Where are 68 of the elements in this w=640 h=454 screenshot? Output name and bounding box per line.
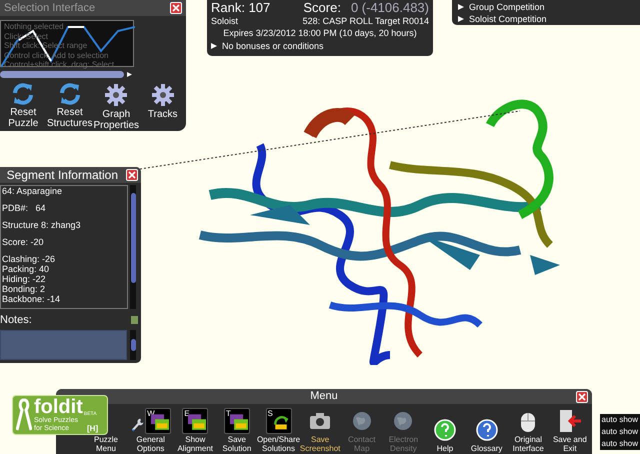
segment-info-line: PDB#: 64	[2, 203, 47, 213]
panel-title: Menu	[310, 389, 338, 404]
segment-info-line: Structure 8: zhang3	[2, 220, 82, 230]
scrollbar[interactable]	[130, 185, 136, 309]
globe-icon	[352, 410, 372, 430]
trash-icon[interactable]	[131, 316, 138, 324]
menu-item[interactable]: Original Interface	[508, 406, 548, 453]
chat-auto-show[interactable]: auto show	[600, 438, 640, 450]
panel-title: Selection Interface	[4, 0, 96, 16]
ribbon-icon	[16, 398, 32, 432]
panel-title: Segment Information	[6, 167, 118, 184]
arrow-icon[interactable]	[127, 72, 132, 77]
score-label: Score:	[303, 0, 341, 15]
scrollbar[interactable]	[0, 70, 124, 78]
menu-item[interactable]: Glossary	[466, 415, 507, 453]
toolbar-button[interactable]: Tracks	[140, 83, 185, 120]
score-value: 0 (-4106.483)	[350, 0, 429, 15]
close-button[interactable]	[170, 2, 182, 14]
help-icon	[434, 418, 456, 440]
competition-link[interactable]: Group Competition	[469, 0, 545, 12]
segment-info-line: Backbone: -14	[2, 294, 62, 304]
gear-icon	[150, 83, 175, 107]
hint-text: Nothing selected	[4, 22, 65, 32]
chat-auto-show[interactable]: auto show	[600, 426, 640, 438]
menu-item[interactable]: Save Screenshot	[300, 406, 340, 453]
scroll-thumb[interactable]	[130, 193, 136, 283]
hotkey-label: T	[226, 408, 231, 418]
puzzle-name: 528: CASP ROLL Target R0014	[302, 15, 429, 27]
hotkey-tile[interactable]: S	[266, 408, 292, 434]
camera-icon	[310, 412, 330, 428]
toolbar-button[interactable]: Reset Structures	[48, 83, 92, 129]
rank-text: Rank: 107	[211, 0, 270, 15]
segment-info-line: Packing: 40	[2, 264, 50, 274]
logo-wordmark: foldit	[34, 397, 83, 417]
close-button[interactable]	[576, 391, 588, 403]
toolbar-button[interactable]: Reset Puzzle	[1, 83, 46, 129]
chat-auto-show[interactable]: auto show	[600, 414, 640, 426]
refresh-icon	[11, 83, 36, 105]
notes-field[interactable]	[0, 330, 127, 360]
segment-info-line: Bonding: 2	[2, 284, 46, 294]
hotkey-tile[interactable]: T	[224, 408, 250, 434]
menu-item[interactable]: Puzzle Menu	[86, 435, 126, 453]
menu-item[interactable]: T Save Solution	[216, 406, 257, 453]
segment-info-line: 64: Asparagine	[2, 186, 64, 196]
segment-info-line: Hiding: -22	[2, 274, 47, 284]
help-icon	[476, 418, 498, 440]
menu-item[interactable]: Help	[425, 415, 465, 453]
hotkey-label: S	[268, 408, 273, 418]
expand-arrow-icon[interactable]	[211, 43, 217, 49]
bonuses-link[interactable]: No bonuses or conditions	[222, 40, 324, 52]
hotkey-label: [H]	[87, 424, 98, 433]
scroll-thumb[interactable]	[130, 338, 136, 350]
scrollbar[interactable]	[130, 330, 136, 360]
gear-icon	[104, 83, 128, 107]
expiry-text: Expires 3/23/2012 18:00 PM (10 days, 20 hours)	[222, 27, 418, 40]
menu-item[interactable]: S Open/Share Solutions	[258, 406, 298, 453]
notes-label: Notes:	[0, 313, 32, 328]
role-text: Soloist	[211, 15, 238, 27]
segment-info-line: Score: -20	[2, 237, 45, 247]
menu-item[interactable]: Save and Exit	[550, 406, 590, 453]
globe-icon	[393, 410, 414, 430]
refresh-icon	[58, 83, 82, 105]
segment-info-line: Clashing: -26	[2, 254, 56, 264]
folder-icon	[188, 414, 206, 430]
competition-link[interactable]: Soloist Competition	[469, 12, 547, 24]
folder-icon	[230, 414, 248, 430]
toolbar-button[interactable]: Graph Properties	[94, 83, 138, 131]
close-button[interactable]	[126, 169, 138, 181]
